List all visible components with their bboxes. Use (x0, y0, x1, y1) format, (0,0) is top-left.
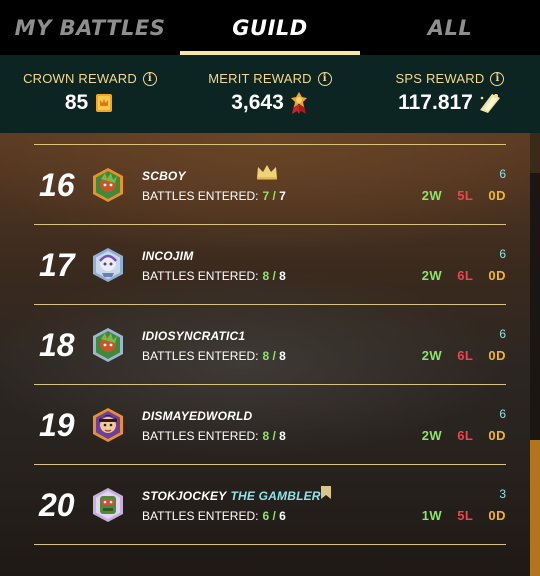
rewards-bar: CROWN REWARD i 85 MERIT REWARD i 3,643 S… (0, 55, 540, 133)
merit-medal-icon (290, 92, 307, 114)
player-score: 6 (499, 247, 506, 261)
sps-reward: SPS REWARD i 117.817 (360, 55, 540, 133)
info-icon[interactable]: i (142, 71, 157, 86)
win-loss-record: 2W 6L 0D (421, 268, 506, 283)
merit-reward-label: MERIT REWARD (208, 71, 312, 86)
crown-reward-value: 85 (64, 91, 89, 114)
rank-number: 20 (39, 487, 75, 523)
battles-entered: BATTLES ENTERED: 6 / 6 (142, 509, 286, 523)
battles-entered: BATTLES ENTERED: 8 / 8 (142, 349, 286, 363)
info-icon[interactable]: i (490, 71, 505, 86)
merit-reward-value: 3,643 (231, 91, 284, 114)
win-loss-record: 2W 5L 0D (421, 188, 506, 203)
bookmark-flag-icon (321, 486, 331, 499)
leaderboard-row[interactable]: 16 SCBOY BATTLES ENTERED: 7 / 7 6 2W 5L 0… (34, 144, 506, 224)
player-score: 6 (499, 407, 506, 421)
win-loss-record: 2W 6L 0D (421, 348, 506, 363)
info-icon[interactable]: i (317, 71, 332, 86)
battle-tabs: MY BATTLES GUILD ALL (0, 0, 540, 55)
win-loss-record: 1W 5L 0D (421, 508, 506, 523)
crown-token-icon (96, 94, 113, 112)
rank-number: 18 (39, 327, 75, 363)
player-name[interactable]: SCBOY (142, 169, 186, 183)
leaderboard-row[interactable]: 18 IDIOSYNCRATIC1 BATTLES ENTERED: 8 / 8 … (34, 304, 506, 384)
player-name[interactable]: DISMAYEDWORLD (142, 409, 252, 423)
sps-token-icon (479, 94, 500, 113)
scrollbar-thumb[interactable] (530, 440, 540, 576)
player-name[interactable]: STOKJOCKEY THE GAMBLER (142, 489, 321, 503)
leaderboard-row[interactable]: 20 STOKJOCKEY THE GAMBLER BATTLES ENTERED… (34, 464, 506, 544)
rank-number: 19 (39, 407, 75, 443)
merit-reward: MERIT REWARD i 3,643 (180, 55, 360, 133)
avatar[interactable] (90, 247, 126, 283)
player-name[interactable]: IDIOSYNCRATIC1 (142, 329, 245, 343)
row-divider (34, 544, 506, 545)
crown-icon (257, 165, 277, 180)
player-score: 3 (499, 487, 506, 501)
sps-reward-label: SPS REWARD (395, 71, 485, 86)
battles-entered: BATTLES ENTERED: 8 / 8 (142, 429, 286, 443)
tab-all[interactable]: ALL (360, 0, 540, 55)
sps-reward-value: 117.817 (398, 91, 473, 114)
rank-number: 17 (39, 247, 75, 283)
leaderboard-row[interactable]: 17 INCOJIM BATTLES ENTERED: 8 / 8 6 2W 6L… (34, 224, 506, 304)
player-score: 6 (499, 167, 506, 181)
battles-entered: BATTLES ENTERED: 7 / 7 (142, 189, 286, 203)
avatar[interactable] (90, 407, 126, 443)
rank-number: 16 (39, 167, 75, 203)
leaderboard-row[interactable]: 19 DISMAYEDWORLD BATTLES ENTERED: 8 / 8 6… (34, 384, 506, 464)
tab-guild[interactable]: GUILD (180, 0, 360, 55)
battles-entered: BATTLES ENTERED: 8 / 8 (142, 269, 286, 283)
player-title: THE GAMBLER (230, 489, 321, 503)
crown-reward: CROWN REWARD i 85 (0, 55, 180, 133)
avatar[interactable] (90, 327, 126, 363)
crown-reward-label: CROWN REWARD (23, 71, 137, 86)
tab-my-battles[interactable]: MY BATTLES (0, 0, 180, 55)
player-name[interactable]: INCOJIM (142, 249, 193, 263)
avatar[interactable] (90, 487, 126, 523)
player-score: 6 (499, 327, 506, 341)
win-loss-record: 2W 6L 0D (421, 428, 506, 443)
avatar[interactable] (90, 167, 126, 203)
scrollbar-top (530, 133, 540, 173)
